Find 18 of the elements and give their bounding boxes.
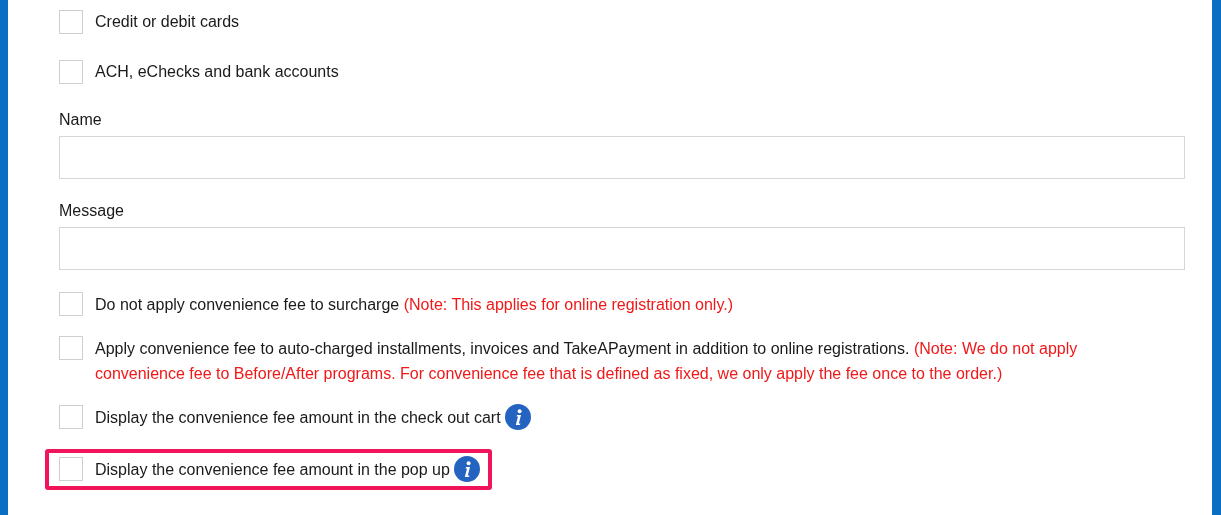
checkbox[interactable] [59,405,83,429]
option-text: Do not apply convenience fee to surcharge (Note: This applies for online registration only.) [95,295,733,315]
info-icon[interactable] [453,456,480,482]
checkbox-label: Credit or debit cards [95,12,240,32]
text-field[interactable] [59,227,1185,270]
option-text: Display the convenience fee amount in the check out cart [95,408,501,428]
option-text: Apply convenience fee to auto-charged installments, invoices and TakeAPayment in addition to online registrations. (Note: We do not apply convenience fee to Before/After programs. For convenience fee that is defined as fixed, we only apply the fee once to the order.) [95,339,1079,384]
field-label: Message [59,201,125,221]
checkbox-label: ACH, eChecks and bank accounts [95,62,339,82]
text-field[interactable] [59,136,1185,179]
checkbox[interactable] [59,457,83,481]
option-text: Display the convenience fee amount in the pop up [95,460,450,480]
field-label: Name [59,110,103,130]
checkbox[interactable] [59,10,83,34]
checkbox[interactable] [59,292,83,316]
checkbox[interactable] [59,336,83,360]
info-icon[interactable] [504,404,531,430]
checkbox[interactable] [59,60,83,84]
